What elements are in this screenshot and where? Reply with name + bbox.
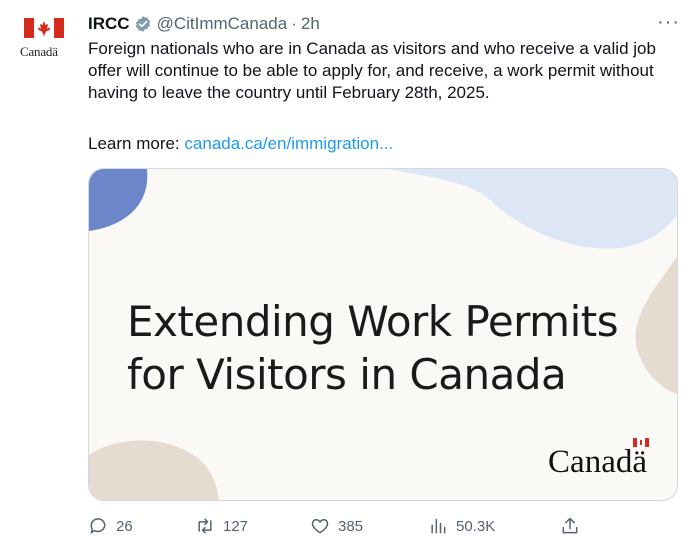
card-title-line-2: for Visitors in Canada xyxy=(127,350,567,399)
share-icon xyxy=(562,517,578,534)
timestamp[interactable]: 2h xyxy=(301,14,320,34)
avatar[interactable]: Canadä xyxy=(20,18,70,68)
action-bar: 26 127 385 50.3K xyxy=(88,516,648,540)
reply-icon xyxy=(90,518,106,534)
analytics-icon xyxy=(431,518,446,534)
views-button[interactable]: 50.3K xyxy=(428,516,495,536)
canada-flag-icon xyxy=(24,18,64,38)
learn-more-label: Learn more: xyxy=(88,134,180,153)
share-button[interactable] xyxy=(560,516,588,536)
view-count: 50.3K xyxy=(456,517,496,535)
avatar-wordmark: Canadä xyxy=(20,44,58,59)
retweet-button[interactable]: 127 xyxy=(195,516,248,536)
tweet-text: Foreign nationals who are in Canada as v… xyxy=(88,39,656,102)
tweet[interactable]: Canadä IRCC @CitImmCanada · 2h ··· Forei… xyxy=(0,0,694,559)
card-title-line-1: Extending Work Permits xyxy=(127,297,619,346)
like-count: 385 xyxy=(338,517,364,535)
retweet-icon xyxy=(198,518,212,534)
card-logo: Canadä xyxy=(548,438,649,481)
retweet-count: 127 xyxy=(223,517,249,535)
tweet-header: IRCC @CitImmCanada · 2h xyxy=(88,13,320,35)
card-title: Extending Work Permits for Visitors in C… xyxy=(127,295,619,401)
like-button[interactable]: 385 xyxy=(310,516,363,536)
heart-icon xyxy=(311,519,329,534)
learn-more-link[interactable]: canada.ca/en/immigration... xyxy=(184,134,393,153)
reply-count: 26 xyxy=(116,517,133,535)
media-card[interactable]: Extending Work Permits for Visitors in C… xyxy=(88,168,678,501)
more-options-icon[interactable]: ··· xyxy=(657,11,680,34)
separator-dot: · xyxy=(291,14,297,33)
reply-button[interactable]: 26 xyxy=(88,516,133,536)
learn-more-line: Learn more: canada.ca/en/immigration... xyxy=(88,133,393,155)
verified-badge-icon xyxy=(135,16,150,32)
author-handle[interactable]: @CitImmCanada xyxy=(157,14,288,34)
mini-flag-icon xyxy=(633,438,649,447)
author-name[interactable]: IRCC xyxy=(88,14,130,34)
card-logo-text: Canadä xyxy=(548,444,647,480)
